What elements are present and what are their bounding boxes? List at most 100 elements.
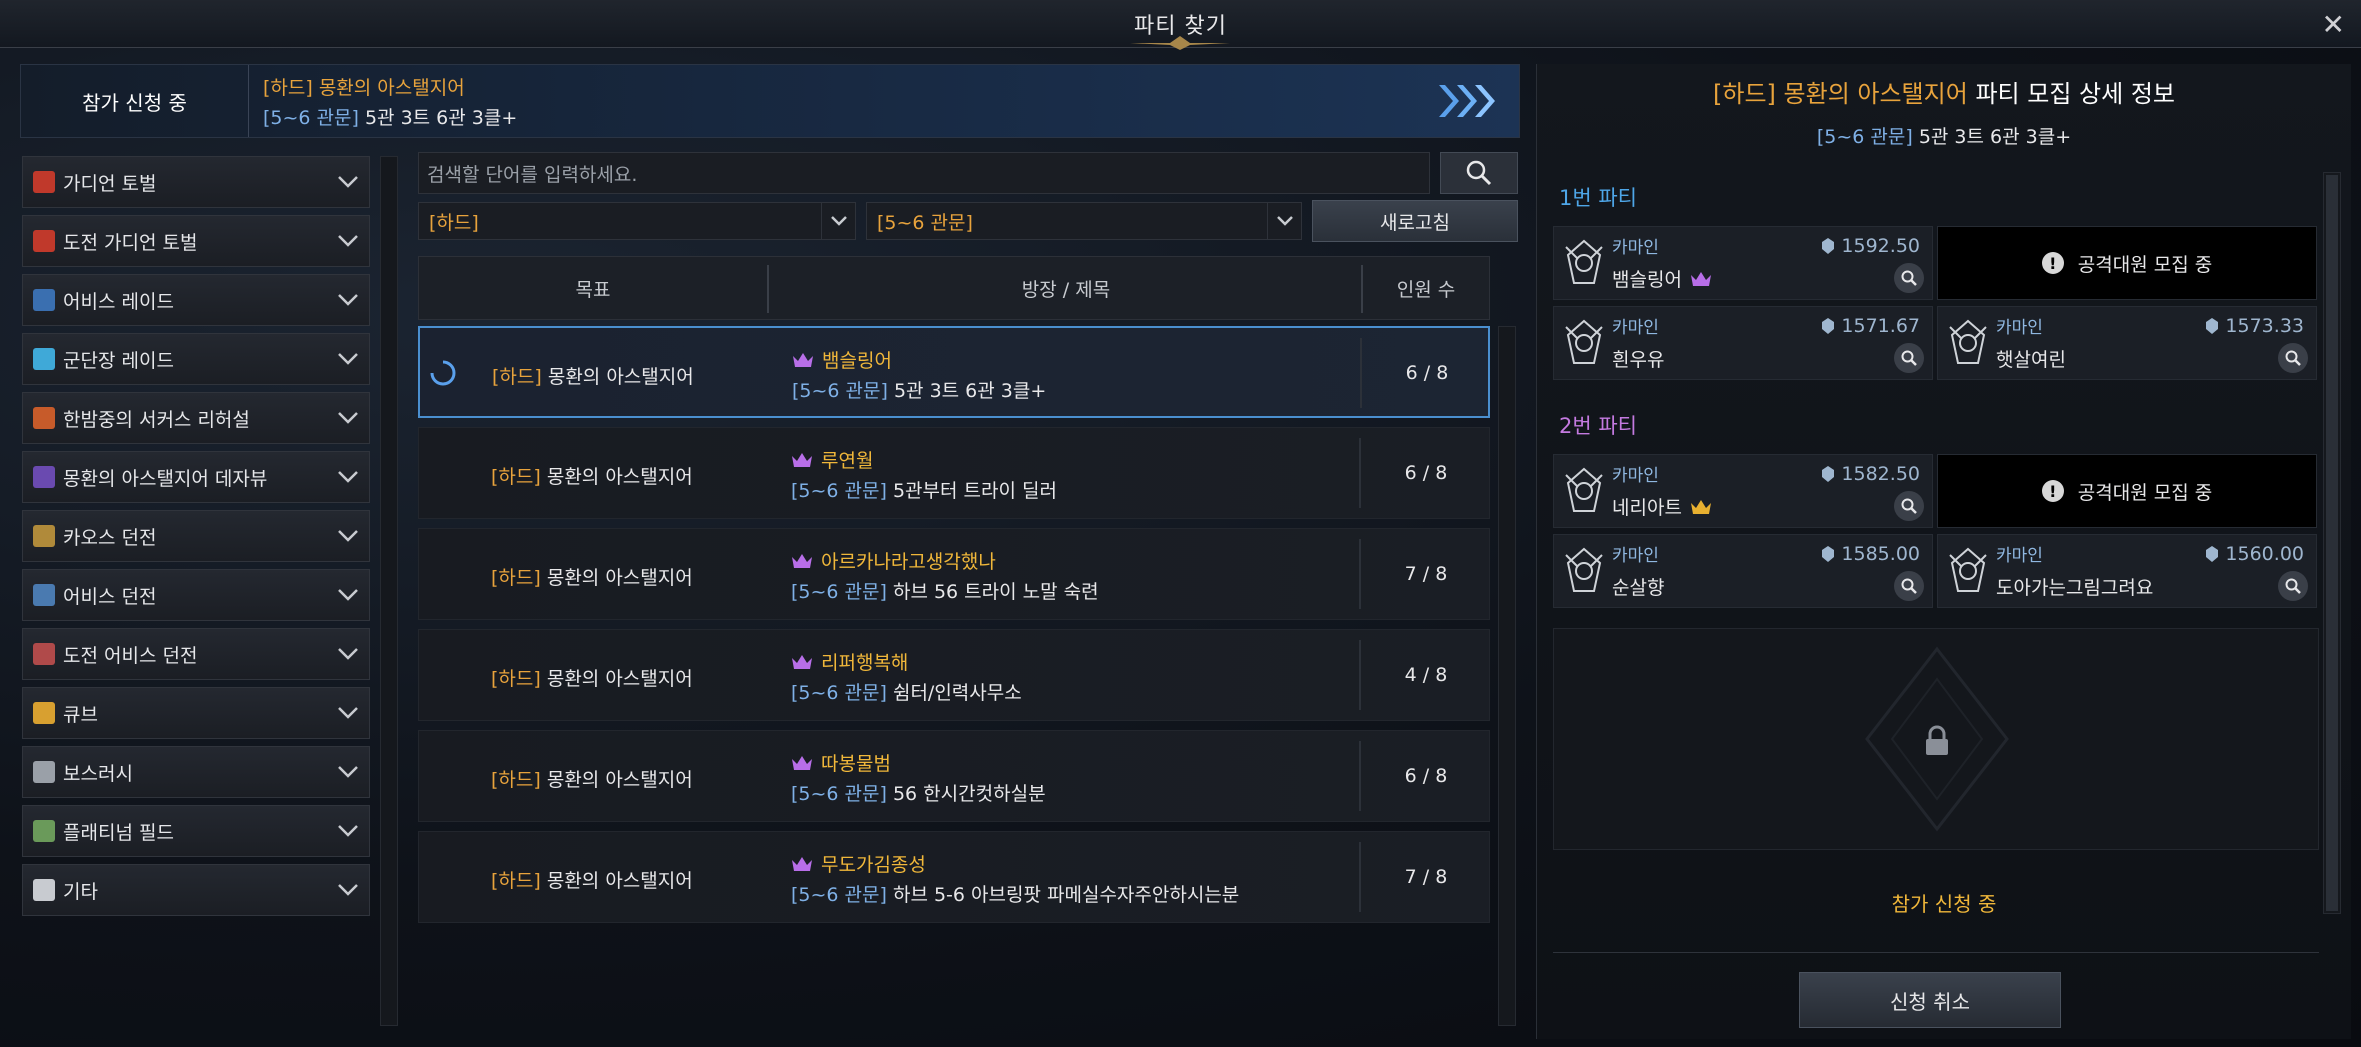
search-input[interactable]: 검색할 단어를 입력하세요.	[418, 152, 1430, 194]
chevron-down-icon[interactable]	[337, 234, 359, 248]
category-scrollbar[interactable]	[380, 156, 398, 1026]
category-item[interactable]: 가디언 토벌	[22, 156, 370, 208]
inspect-button[interactable]	[1894, 491, 1924, 521]
table-row[interactable]: [하드] 몽환의 아스탤지어 루연월 [5~6 관문] 5관부터 트라이 딜러 6 /…	[418, 427, 1490, 519]
category-item[interactable]: 한밤중의 서커스 리허설	[22, 392, 370, 444]
member-slot[interactable]: 카마인 네리아트 1582.50	[1553, 454, 1933, 528]
row-goal-text: 몽환의 아스탤지어	[546, 668, 693, 690]
category-item[interactable]: 도전 가디언 토벌	[22, 215, 370, 267]
category-label: 가디언 토벌	[63, 172, 157, 195]
class-emblem-icon	[1565, 547, 1603, 592]
detail-gate-tag: [5~6 관문]	[1816, 126, 1913, 148]
search-icon	[1901, 350, 1917, 366]
category-item[interactable]: 군단장 레이드	[22, 333, 370, 385]
member-name: 흰우유	[1612, 345, 1664, 372]
cancel-application-button[interactable]: 신청 취소	[1799, 972, 2061, 1028]
chevron-down-icon[interactable]	[337, 470, 359, 484]
title-ornament-icon	[1130, 36, 1230, 50]
member-slot[interactable]: 카마인 도아가는그림그려요 1560.00	[1937, 534, 2317, 608]
member-slot[interactable]: 카마인 햇살여린 1573.33	[1937, 306, 2317, 380]
chevron-down-icon[interactable]	[337, 706, 359, 720]
chevron-down-icon[interactable]	[337, 824, 359, 838]
class-emblem-icon	[1565, 239, 1603, 284]
crown-icon	[1690, 499, 1711, 514]
member-slot[interactable]: 카마인 뱀슬링어 1592.50	[1553, 226, 1933, 300]
table-row[interactable]: [하드] 몽환의 아스탤지어 아르카나라고생각했나 [5~6 관문] 하브 56 트…	[418, 528, 1490, 620]
category-item[interactable]: 어비스 레이드	[22, 274, 370, 326]
inspect-button[interactable]	[2278, 571, 2308, 601]
party-list-scrollbar[interactable]	[1498, 326, 1516, 1026]
header-count[interactable]: 인원 수	[1363, 257, 1489, 319]
detail-subtitle: [5~6 관문] 5관 3트 6관 3클+	[1537, 122, 2351, 149]
chevron-down-icon[interactable]	[337, 352, 359, 366]
inspect-button[interactable]	[2278, 343, 2308, 373]
chevron-down-icon[interactable]	[337, 529, 359, 543]
inspect-button[interactable]	[1894, 263, 1924, 293]
chevron-down-icon[interactable]	[337, 293, 359, 307]
category-label: 도전 가디언 토벌	[63, 231, 198, 254]
chevron-down-icon[interactable]	[337, 175, 359, 189]
inspect-button[interactable]	[1894, 343, 1924, 373]
member-slot[interactable]: 카마인 흰우유 1571.67	[1553, 306, 1933, 380]
abyss-dungeon-icon	[33, 584, 55, 606]
chevron-down-icon[interactable]	[337, 647, 359, 661]
locked-slot-area	[1553, 628, 2319, 850]
category-label: 기타	[63, 880, 98, 903]
category-item[interactable]: 큐브	[22, 687, 370, 739]
search-button[interactable]	[1440, 152, 1518, 194]
member-slot[interactable]: 카마인 순살향 1585.00	[1553, 534, 1933, 608]
chevron-down-icon	[1267, 203, 1301, 239]
crown-icon	[792, 553, 812, 568]
row-leader: 아르카나라고생각했나	[791, 547, 996, 574]
difficulty-select[interactable]: [하드]	[418, 202, 856, 240]
category-item[interactable]: 몽환의 아스탤지어 데자뷰	[22, 451, 370, 503]
recruit-slot[interactable]: ! 공격대원 모집 중	[1937, 226, 2317, 300]
chevron-down-icon[interactable]	[337, 411, 359, 425]
category-item[interactable]: 어비스 던전	[22, 569, 370, 621]
detail-title: [하드] 몽환의 아스탤지어 파티 모집 상세 정보	[1537, 74, 2351, 109]
member-class: 카마인	[1612, 238, 1659, 258]
applying-banner[interactable]: 참가 신청 중 [하드] 몽환의 아스탤지어 [5~6 관문] 5관 3트 6관…	[20, 64, 1520, 138]
member-item-level-value: 1560.00	[2225, 543, 2304, 565]
triple-chevron-right-icon[interactable]	[1435, 79, 1505, 123]
row-goal: [하드] 몽환의 아스탤지어	[491, 866, 693, 893]
row-leader-name: 아르카나라고생각했나	[821, 551, 996, 573]
row-desc: [5~6 관문] 하브 56 트라이 노말 숙련	[791, 577, 1099, 604]
row-gate-tag: [5~6 관문]	[791, 581, 887, 603]
member-name: 네리아트	[1612, 493, 1712, 520]
member-name-text: 흰우유	[1612, 349, 1665, 371]
divider	[1553, 952, 2319, 953]
gate-select[interactable]: [5~6 관문]	[866, 202, 1302, 240]
detail-scrollbar[interactable]	[2323, 172, 2341, 914]
row-member-count: 4 / 8	[1404, 664, 1448, 686]
table-row[interactable]: [하드] 몽환의 아스탤지어 뱀슬링어 [5~6 관문] 5관 3트 6관 3클+ 6…	[418, 326, 1490, 418]
table-row[interactable]: [하드] 몽환의 아스탤지어 리퍼행복해 [5~6 관문] 쉼터/인력사무소 4 / …	[418, 629, 1490, 721]
crown-icon	[792, 452, 812, 467]
category-item[interactable]: 플래티넘 필드	[22, 805, 370, 857]
close-icon[interactable]: ✕	[2322, 8, 2345, 41]
category-item[interactable]: 카오스 던전	[22, 510, 370, 562]
table-header: 목표 방장 / 제목 인원 수	[418, 256, 1490, 320]
category-item[interactable]: 도전 어비스 던전	[22, 628, 370, 680]
chevron-down-icon[interactable]	[337, 588, 359, 602]
recruit-slot[interactable]: ! 공격대원 모집 중	[1937, 454, 2317, 528]
table-row[interactable]: [하드] 몽환의 아스탤지어 따봉물범 [5~6 관문] 56 한시간컷하실분 6 /…	[418, 730, 1490, 822]
inspect-button[interactable]	[1894, 571, 1924, 601]
member-name-text: 햇살여린	[1996, 349, 2066, 371]
chevron-down-icon[interactable]	[337, 765, 359, 779]
scrollbar-thumb[interactable]	[2326, 175, 2338, 911]
header-title[interactable]: 방장 / 제목	[771, 257, 1361, 319]
category-label: 큐브	[63, 703, 98, 726]
detail-sub-text: 5관 3트 6관 3클+	[1918, 126, 2072, 148]
chevron-down-icon[interactable]	[337, 883, 359, 897]
row-goal: [하드] 몽환의 아스탤지어	[492, 362, 694, 389]
category-label: 카오스 던전	[63, 526, 157, 549]
category-item[interactable]: 보스러시	[22, 746, 370, 798]
row-goal-tag: [하드]	[491, 668, 541, 690]
table-row[interactable]: [하드] 몽환의 아스탤지어 무도가김종성 [5~6 관문] 하브 5-6 아브링팟…	[418, 831, 1490, 923]
row-desc: [5~6 관문] 56 한시간컷하실분	[791, 779, 1046, 806]
refresh-button[interactable]: 새로고침	[1312, 200, 1518, 242]
category-item[interactable]: 기타	[22, 864, 370, 916]
row-leader: 무도가김종성	[791, 850, 926, 877]
header-goal[interactable]: 목표	[419, 257, 767, 319]
